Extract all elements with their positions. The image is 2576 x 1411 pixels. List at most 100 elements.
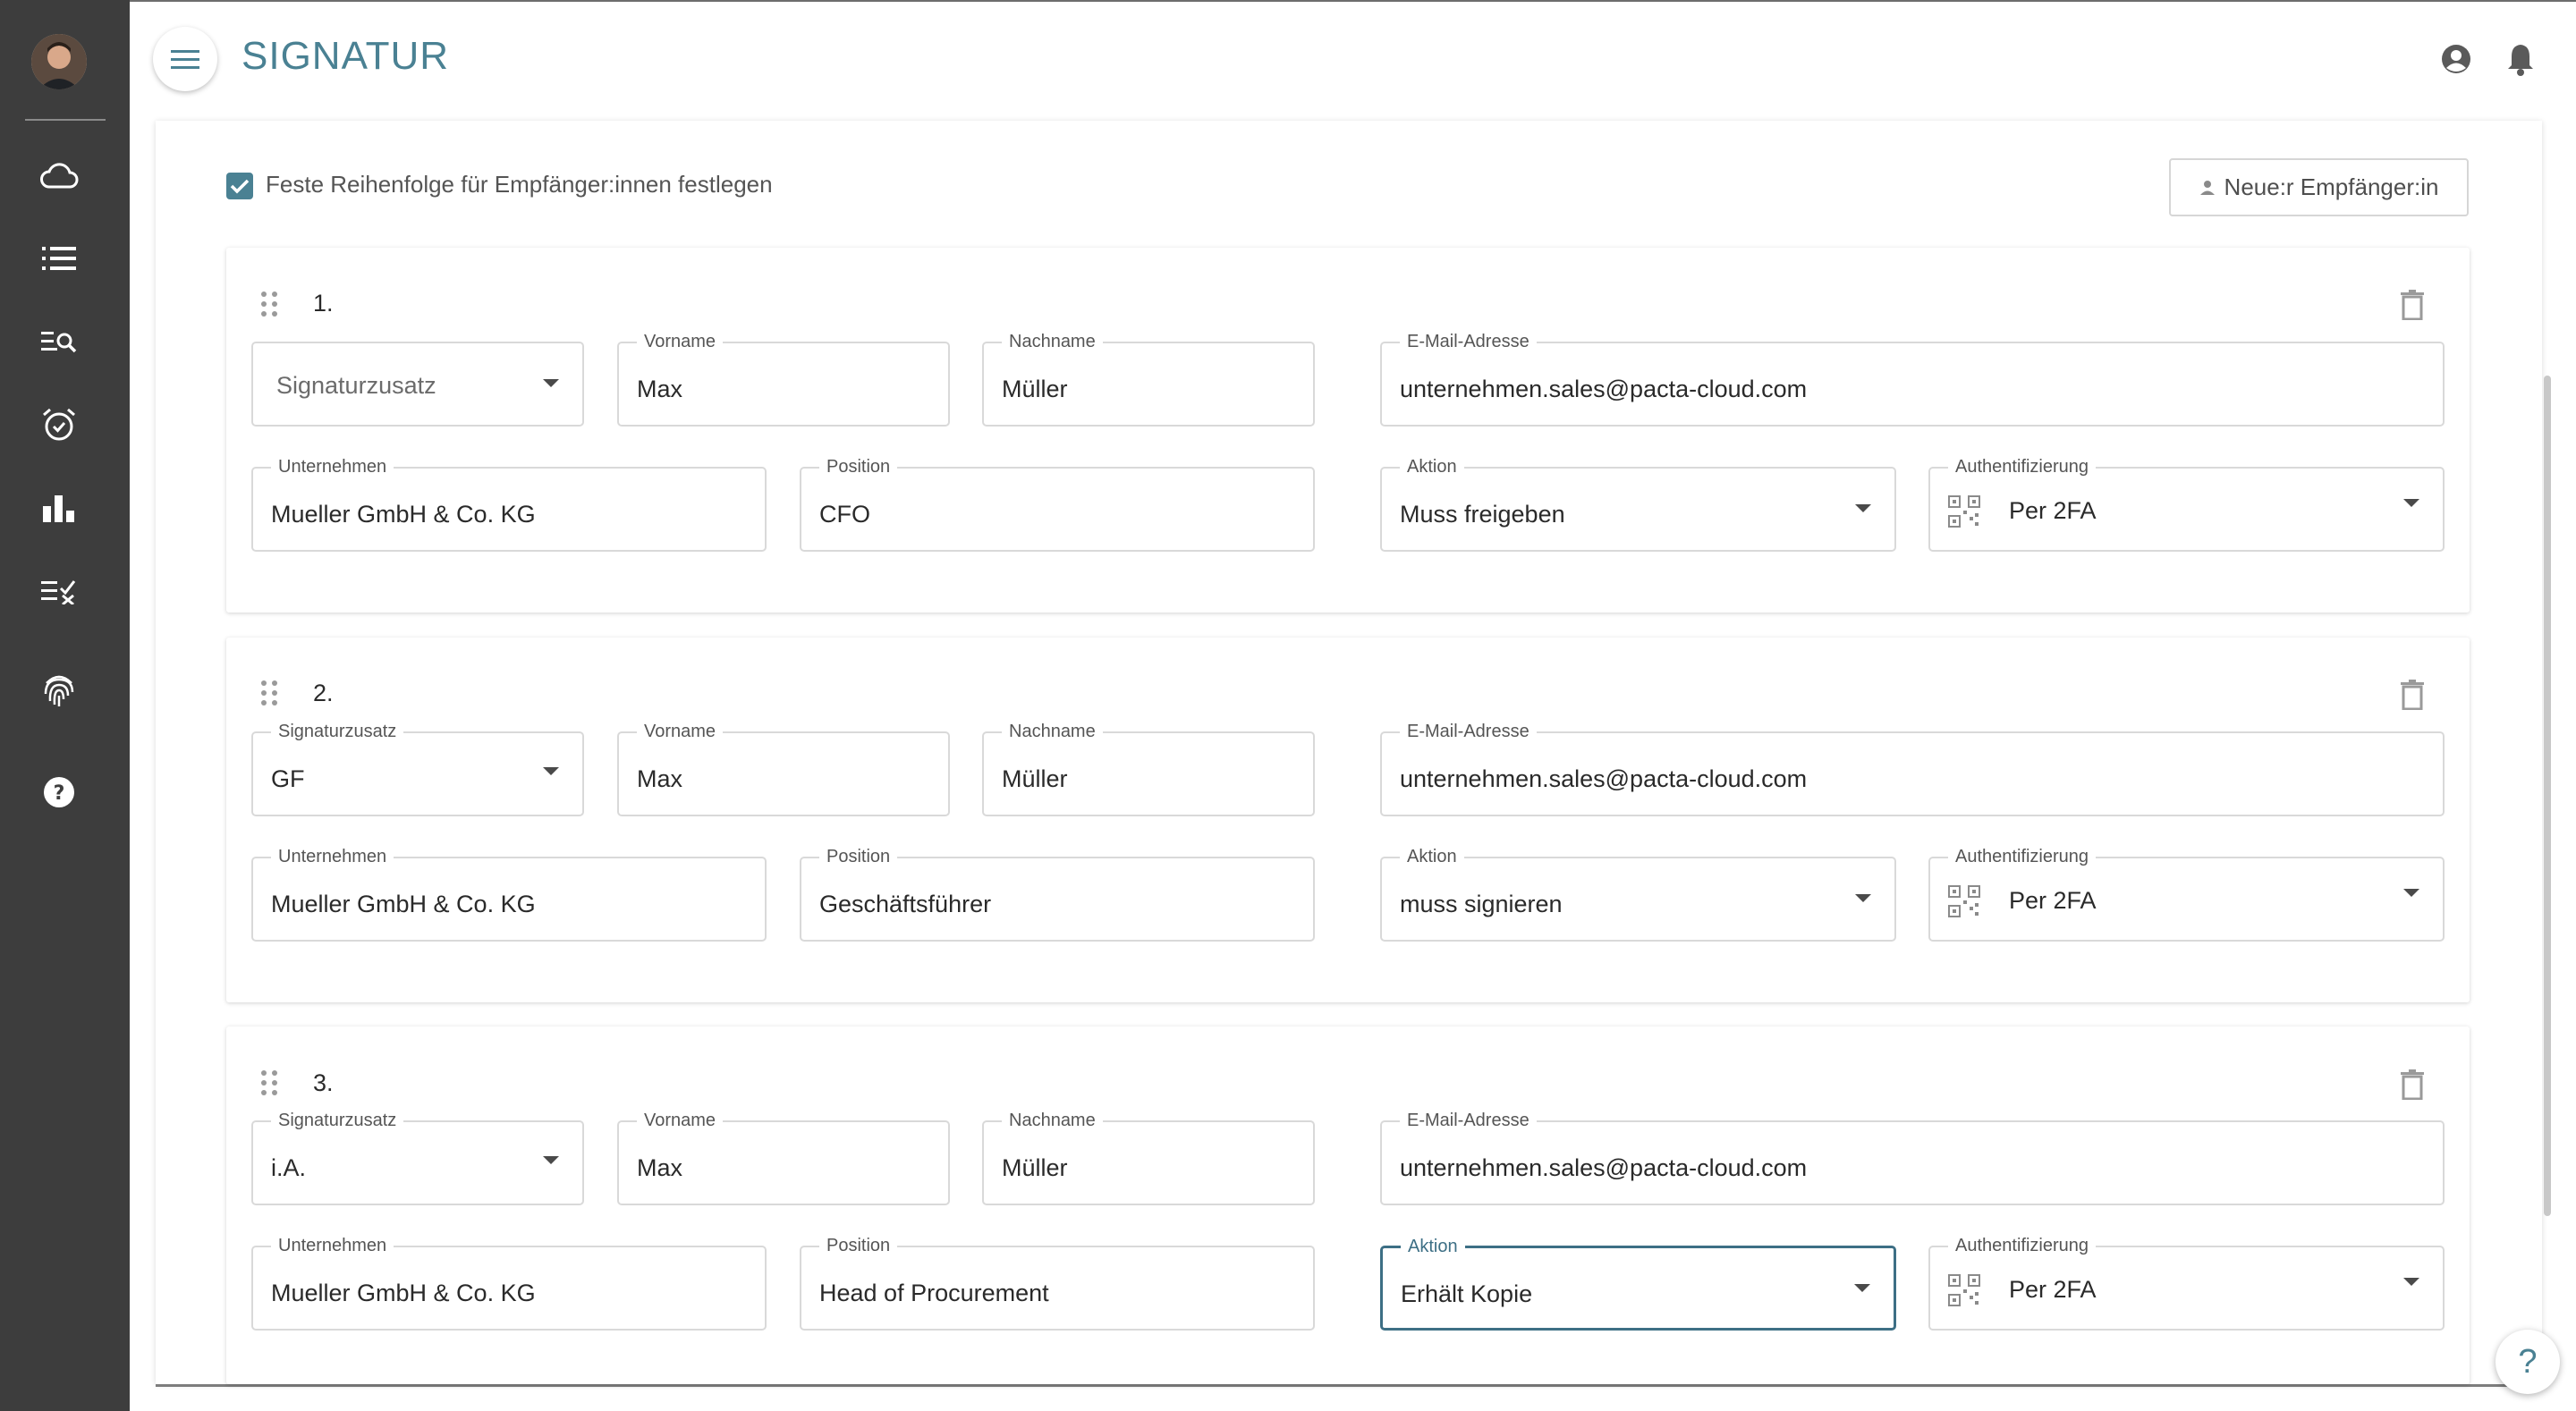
chevron-down-icon (543, 767, 559, 775)
nachname-field[interactable]: Nachname Müller (982, 1111, 1315, 1205)
position-field[interactable]: Position Head of Procurement (800, 1236, 1315, 1331)
menu-button[interactable] (153, 27, 217, 91)
field-value: unternehmen.sales@pacta-cloud.com (1400, 765, 1808, 792)
avatar[interactable] (31, 34, 87, 89)
field-label: Unternehmen (271, 457, 394, 477)
field-value: unternehmen.sales@pacta-cloud.com (1400, 1154, 1808, 1181)
vorname-field[interactable]: Vorname Max (617, 1111, 950, 1205)
field-value: Mueller GmbH & Co. KG (271, 501, 536, 528)
person-icon (2199, 180, 2215, 195)
delete-recipient-button[interactable] (2397, 1067, 2428, 1103)
bar-chart-icon[interactable] (38, 486, 80, 529)
nachname-field[interactable]: Nachname Müller (982, 722, 1315, 816)
field-value: muss signieren (1400, 891, 1563, 917)
vorname-field[interactable]: Vorname Max (617, 332, 950, 427)
alarm-icon[interactable] (38, 403, 80, 446)
hamburger-icon (171, 50, 199, 69)
notification-bell-icon[interactable] (2501, 39, 2540, 79)
email-field[interactable]: E-Mail-Adresse unternehmen.sales@pacta-c… (1380, 722, 2445, 816)
cloud-icon[interactable] (38, 154, 80, 197)
field-value: GF (271, 765, 305, 792)
page-title: SIGNATUR (242, 34, 450, 78)
trash-icon (2401, 1069, 2424, 1100)
position-field[interactable]: Position Geschäftsführer (800, 847, 1315, 942)
fingerprint-icon[interactable] (38, 669, 80, 712)
recipient-number: 2. (313, 680, 334, 706)
fixed-order-label: Feste Reihenfolge für Empfänger:innen fe… (266, 171, 773, 198)
field-label: Vorname (637, 332, 724, 351)
list-icon[interactable] (38, 237, 80, 280)
field-value: Max (637, 1154, 683, 1181)
field-label: Position (819, 847, 898, 866)
vorname-field[interactable]: Vorname Max (617, 722, 950, 816)
field-label: Signaturzusatz (271, 722, 404, 741)
main-panel-bottom-border (156, 1384, 2542, 1387)
field-label: Nachname (1002, 1111, 1103, 1130)
email-field[interactable]: E-Mail-Adresse unternehmen.sales@pacta-c… (1380, 332, 2445, 427)
fixed-order-checkbox[interactable] (226, 173, 253, 199)
checklist-icon[interactable] (38, 570, 80, 613)
top-border (130, 0, 2576, 2)
unternehmen-field[interactable]: Unternehmen Mueller GmbH & Co. KG (251, 457, 767, 552)
chevron-down-icon (543, 1156, 559, 1164)
delete-recipient-button[interactable] (2397, 287, 2428, 323)
field-label: E-Mail-Adresse (1400, 722, 1537, 741)
chevron-down-icon (2403, 499, 2419, 507)
account-circle-icon[interactable] (2436, 39, 2476, 79)
authentifizierung-select[interactable]: Authentifizierung Per 2FA (1928, 847, 2445, 942)
drag-handle-icon[interactable] (259, 1069, 279, 1096)
qr-code-icon (1948, 495, 1980, 528)
chevron-down-icon (1855, 504, 1871, 512)
help-icon[interactable]: ? (38, 771, 80, 814)
recipient-card (226, 1027, 2470, 1384)
signaturzusatz-select[interactable]: Signaturzusatz (251, 342, 584, 427)
aktion-select[interactable]: Aktion Muss freigeben (1380, 457, 1896, 552)
search-list-icon[interactable] (38, 320, 80, 363)
delete-recipient-button[interactable] (2397, 677, 2428, 713)
field-label: Unternehmen (271, 847, 394, 866)
new-recipient-button[interactable]: Neue:r Empfänger:in (2169, 158, 2469, 216)
field-label: Authentifizierung (1948, 847, 2096, 866)
scrollbar[interactable] (2544, 376, 2551, 1216)
new-recipient-label: Neue:r Empfänger:in (2224, 173, 2439, 200)
svg-text:?: ? (54, 782, 65, 805)
field-value: Müller (1002, 1154, 1068, 1181)
unternehmen-field[interactable]: Unternehmen Mueller GmbH & Co. KG (251, 847, 767, 942)
drag-handle-icon[interactable] (259, 291, 279, 317)
sidebar-divider (25, 119, 106, 121)
field-label: Authentifizierung (1948, 1236, 2096, 1255)
field-label: Nachname (1002, 332, 1103, 351)
chevron-down-icon (1854, 1284, 1870, 1292)
signaturzusatz-select[interactable]: Signaturzusatz i.A. (251, 1111, 584, 1205)
field-label: E-Mail-Adresse (1400, 1111, 1537, 1130)
field-value: Erhält Kopie (1401, 1280, 1533, 1307)
position-field[interactable]: Position CFO (800, 457, 1315, 552)
nachname-field[interactable]: Nachname Müller (982, 332, 1315, 427)
help-button[interactable]: ? (2496, 1330, 2560, 1394)
drag-handle-icon[interactable] (259, 680, 279, 706)
field-label: Unternehmen (271, 1236, 394, 1255)
unternehmen-field[interactable]: Unternehmen Mueller GmbH & Co. KG (251, 1236, 767, 1331)
aktion-select[interactable]: Aktion muss signieren (1380, 847, 1896, 942)
field-label: E-Mail-Adresse (1400, 332, 1537, 351)
recipient-card (226, 248, 2470, 613)
recipient-number: 3. (313, 1069, 334, 1096)
email-field[interactable]: E-Mail-Adresse unternehmen.sales@pacta-c… (1380, 1111, 2445, 1205)
chevron-down-icon (543, 379, 559, 387)
field-label: Vorname (637, 1111, 724, 1130)
chevron-down-icon (1855, 894, 1871, 902)
field-value: CFO (819, 501, 870, 528)
field-label: Authentifizierung (1948, 457, 2096, 477)
field-label: Position (819, 1236, 898, 1255)
signaturzusatz-select[interactable]: Signaturzusatz GF (251, 722, 584, 816)
field-value: Mueller GmbH & Co. KG (271, 891, 536, 917)
field-value: Muss freigeben (1400, 501, 1565, 528)
field-value: Mueller GmbH & Co. KG (271, 1280, 536, 1306)
field-value: Per 2FA (2009, 887, 2097, 914)
aktion-select[interactable]: Aktion Erhält Kopie (1380, 1237, 1896, 1331)
sidebar: ? (0, 0, 130, 1411)
authentifizierung-select[interactable]: Authentifizierung Per 2FA (1928, 457, 2445, 552)
qr-code-icon (1948, 885, 1980, 917)
authentifizierung-select[interactable]: Authentifizierung Per 2FA (1928, 1236, 2445, 1331)
chevron-down-icon (2403, 889, 2419, 897)
